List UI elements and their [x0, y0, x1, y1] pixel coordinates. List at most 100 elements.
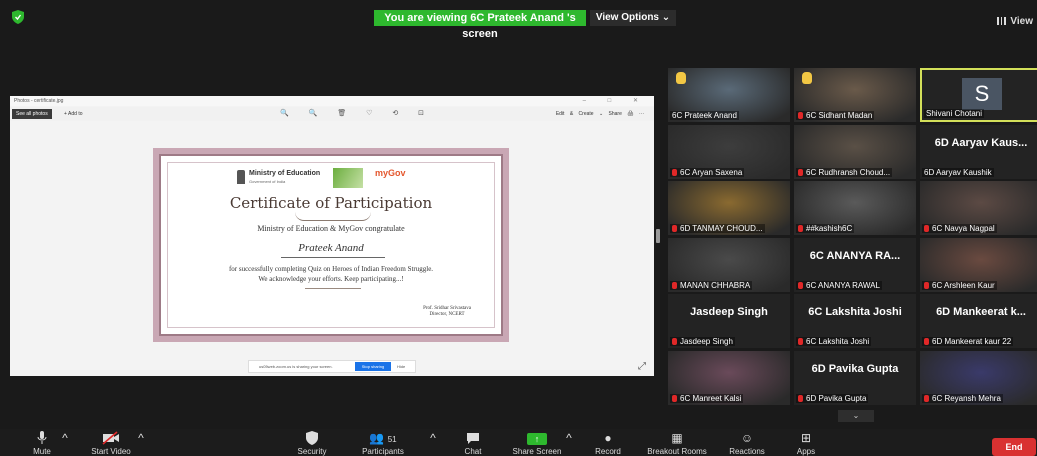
participant-tile[interactable]: 6D Pavika Gupta 6D Pavika Gupta [794, 351, 916, 405]
ministry-name: Ministry of Education [249, 170, 321, 177]
top-bar: You are viewing 6C Prateek Anand 's scre… [0, 0, 1037, 40]
window-controls: – □ ✕ [582, 98, 648, 104]
participants-label: Participants [362, 447, 404, 456]
participant-name: 6C Rudhransh Choud... [806, 168, 891, 177]
video-options-caret[interactable]: ^ [136, 431, 146, 447]
panel-resize-handle[interactable] [656, 229, 660, 243]
viewing-screen-banner: You are viewing 6C Prateek Anand 's scre… [374, 10, 586, 40]
hide-button: Hide [397, 364, 406, 369]
participant-name: 6D Mankeerat kaur 22 [932, 337, 1012, 346]
muted-mic-icon [924, 282, 929, 289]
share-screen-button[interactable]: ↑ Share Screen [510, 431, 564, 456]
chevron-up-icon: ^ [430, 431, 436, 445]
view-button[interactable]: View [997, 16, 1033, 27]
sharing-notice: us05web.zoom.us is sharing your screen. [259, 364, 333, 369]
participant-name: 6C Prateek Anand [672, 111, 737, 120]
record-button[interactable]: ● Record [592, 431, 624, 456]
participant-name: ##kashish6C [806, 224, 853, 233]
participant-tile[interactable]: 6D Aaryav Kaus... 6D Aaryav Kaushik [920, 125, 1037, 179]
certificate-logos: Ministry of Education Government of Indi… [237, 168, 439, 190]
participant-name-label: 6C Navya Nagpal [922, 224, 997, 233]
share-screen-icon: ↑ [510, 431, 564, 445]
photo-tools-icons: 🔍 🔍 🗑 ♡ ⟲ ⊡ [280, 110, 434, 117]
muted-mic-icon [798, 338, 803, 345]
share-screen-label: Share Screen [512, 447, 562, 456]
end-meeting-button[interactable]: End [992, 438, 1036, 456]
participant-name-label: 6C Sidhant Madan [796, 111, 875, 120]
mute-button[interactable]: Mute [28, 431, 56, 456]
breakout-rooms-label: Breakout Rooms [647, 447, 707, 456]
participants-button[interactable]: 👥 51 Participants [352, 431, 414, 456]
participant-tile[interactable]: 6C Reyansh Mehra [920, 351, 1037, 405]
chat-button[interactable]: Chat [460, 431, 486, 456]
participant-tile[interactable]: 6D Mankeerat k... 6D Mankeerat kaur 22 [920, 294, 1037, 348]
chevron-up-icon: ^ [566, 431, 572, 445]
participant-name: MANAN CHHABRA [680, 281, 751, 290]
muted-mic-icon [672, 395, 677, 402]
participant-tile[interactable]: 6C Prateek Anand [668, 68, 790, 122]
muted-mic-icon [798, 282, 803, 289]
certificate-signature: Prof. Sridhar Srivastava Director, NCERT [423, 306, 471, 318]
start-video-button[interactable]: Start Video [86, 431, 136, 456]
participant-name: 6C Arshleen Kaur [932, 281, 995, 290]
participant-name-label: 6D Mankeerat kaur 22 [922, 337, 1014, 346]
gallery-next-page-button[interactable]: ⌄ [838, 410, 874, 422]
breakout-rooms-button[interactable]: ▦ Breakout Rooms [642, 431, 712, 456]
share-options-caret[interactable]: ^ [564, 431, 574, 447]
participant-tile[interactable]: Jasdeep Singh Jasdeep Singh [668, 294, 790, 348]
muted-mic-icon [798, 169, 803, 176]
participant-tile[interactable]: 6C Arshleen Kaur [920, 238, 1037, 292]
participant-tile[interactable]: 6C Lakshita Joshi 6C Lakshita Joshi [794, 294, 916, 348]
muted-mic-icon [924, 338, 929, 345]
participant-name-label: 6C Lakshita Joshi [796, 337, 872, 346]
muted-mic-icon [798, 225, 803, 232]
reactions-button[interactable]: ☺ Reactions [724, 431, 770, 456]
participant-tile[interactable]: 6D TANMAY CHOUD... [668, 181, 790, 235]
participant-name: 6D Pavika Gupta [806, 394, 867, 403]
shield-icon[interactable] [12, 10, 24, 24]
participant-tile[interactable]: 6C ANANYA RA... 6C ANANYA RAWAL [794, 238, 916, 292]
participant-name: 6C ANANYA RAWAL [806, 281, 880, 290]
apps-button[interactable]: ⊞ Apps [792, 431, 820, 456]
certificate-congratulate-line: Ministry of Education & MyGov congratula… [257, 224, 405, 233]
record-label: Record [595, 447, 621, 456]
participant-tile[interactable]: ##kashish6C [794, 181, 916, 235]
participant-tile[interactable]: MANAN CHHABRA [668, 238, 790, 292]
participant-tile[interactable]: 6C Navya Nagpal [920, 181, 1037, 235]
emblem-icon [237, 170, 245, 184]
ministry-logo: Ministry of Education Government of Indi… [249, 170, 320, 186]
photo-tools-right: Edit & Create ⌄ Share 🖨 ··· [555, 111, 644, 117]
participants-icon: 👥 51 [369, 431, 397, 445]
muted-mic-icon [672, 338, 677, 345]
recipient-name: Prateek Anand [298, 242, 364, 254]
participant-tile[interactable]: S Shivani Chotani [920, 68, 1037, 122]
reactions-icon: ☺ [740, 431, 754, 445]
audio-options-caret[interactable]: ^ [60, 431, 70, 447]
participant-name-label: 6C Reyansh Mehra [922, 394, 1003, 403]
muted-mic-icon [924, 395, 929, 402]
participant-display-name: 6D Aaryav Kaus... [934, 137, 1028, 149]
participant-name-label: 6C Arshleen Kaur [922, 281, 997, 290]
participant-tile[interactable]: 6C Manreet Kalsi [668, 351, 790, 405]
participant-display-name: 6C Lakshita Joshi [808, 306, 902, 318]
participant-name-label: 6C Manreet Kalsi [670, 394, 744, 403]
mute-label: Mute [33, 447, 51, 456]
raised-hand-icon [802, 72, 812, 84]
view-options-button[interactable]: View Options ⌄ [590, 10, 676, 26]
muted-mic-icon [672, 169, 677, 176]
participants-options-caret[interactable]: ^ [428, 431, 438, 447]
participant-name-label: ##kashish6C [796, 224, 855, 233]
shared-window-title: Photos - certificate.jpg [14, 98, 64, 104]
chat-icon [467, 433, 479, 444]
participant-tile[interactable]: 6C Aryan Saxena [668, 125, 790, 179]
participant-name-label: MANAN CHHABRA [670, 281, 753, 290]
participant-tile[interactable]: 6C Rudhransh Choud... [794, 125, 916, 179]
screen-sharing-bar: us05web.zoom.us is sharing your screen. … [248, 360, 416, 373]
expand-icon[interactable]: ⤢ [638, 362, 648, 372]
grid-view-icon [997, 17, 1007, 25]
apps-label: Apps [796, 447, 816, 456]
record-icon: ● [604, 431, 612, 445]
muted-mic-icon [672, 282, 677, 289]
security-button[interactable]: Security [292, 431, 332, 456]
participant-tile[interactable]: 6C Sidhant Madan [794, 68, 916, 122]
